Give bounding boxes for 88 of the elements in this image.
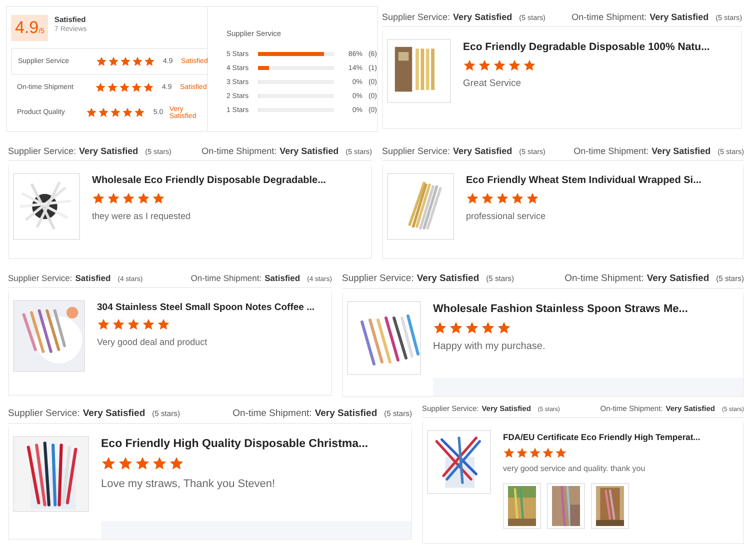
rating-label: On-time Shipment:	[574, 146, 649, 156]
star-icon	[169, 456, 184, 472]
rating-label: On-time Shipment:	[564, 272, 644, 284]
star-icon	[98, 107, 110, 118]
review-comment: Love my straws, Thank you Steven!	[101, 478, 276, 490]
star-icon	[449, 320, 463, 335]
review-comment: Happy with my purchase.	[433, 341, 546, 352]
rating-label: Supplier Service:	[342, 272, 414, 284]
rating-value: Very Satisfied	[79, 146, 138, 156]
rating-value: Very Satisfied	[652, 146, 711, 156]
star-icon	[463, 58, 476, 72]
product-title[interactable]: Eco Friendly High Quality Disposable Christma...	[101, 438, 411, 450]
rating-label: Supplier Service:	[8, 146, 76, 156]
rating-value: Very Satisfied	[453, 146, 512, 156]
product-title[interactable]: Wholesale Fashion Stainless Spoon Straws Me...	[433, 302, 743, 314]
star-icon	[107, 82, 118, 93]
rating-label: On-time Shipment:	[190, 272, 262, 283]
star-icon	[122, 192, 135, 205]
rating-label: On-time Shipment:	[572, 12, 647, 22]
star-icon	[526, 192, 539, 205]
rating-label: Supplier Service:	[382, 146, 450, 156]
rating-value: Very Satisfied	[453, 12, 512, 22]
star-icon	[122, 107, 134, 118]
rating-value: Satisfied	[75, 272, 111, 283]
star-icon	[143, 82, 154, 93]
review-comment: Very good deal and product	[97, 337, 208, 348]
star-icon	[97, 318, 110, 332]
star-icon	[503, 446, 515, 459]
star-icon	[144, 56, 155, 67]
star-icon	[92, 192, 105, 205]
star-icon	[542, 446, 554, 459]
star-icon	[511, 192, 524, 205]
star-icon	[516, 446, 528, 459]
star-icon	[157, 318, 170, 332]
star-icon	[465, 320, 479, 335]
star-icon	[481, 192, 494, 205]
review-comment: very good service and quality. thank you	[503, 464, 646, 474]
product-title[interactable]: 304 Stainless Steel Small Spoon Notes Coffee ...	[97, 302, 331, 312]
rating-value: Very Satisfied	[314, 408, 378, 419]
rating-label: Supplier Service:	[8, 408, 80, 419]
rating-value: Very Satisfied	[82, 408, 146, 419]
star-icon	[152, 456, 167, 472]
star-icon	[433, 320, 447, 335]
star-icon	[134, 107, 146, 118]
star-icon	[95, 82, 106, 93]
star-icon	[110, 107, 122, 118]
star-icon	[481, 320, 495, 335]
star-icon	[135, 456, 150, 472]
rating-value: Very Satisfied	[416, 272, 480, 284]
star-icon	[466, 192, 479, 205]
star-icon	[108, 56, 119, 67]
star-icon	[101, 456, 116, 472]
star-icon	[86, 107, 98, 118]
star-icon	[118, 456, 133, 472]
star-icon	[131, 82, 142, 93]
star-icon	[523, 58, 536, 72]
star-icon	[555, 446, 567, 459]
product-title[interactable]: Eco Friendly Degradable Disposable 100% Natu...	[463, 41, 741, 53]
star-icon	[496, 192, 509, 205]
star-icon	[120, 56, 131, 67]
star-icon	[478, 58, 491, 72]
star-icon	[132, 56, 143, 67]
star-icon	[127, 318, 140, 332]
star-icon	[493, 58, 506, 72]
product-title[interactable]: Wholesale Eco Friendly Disposable Degradable...	[92, 175, 371, 186]
rating-label: Supplier Service:	[382, 12, 450, 22]
star-icon	[529, 446, 541, 459]
star-icon	[137, 192, 150, 205]
review-comment: they were as I requested	[92, 210, 192, 221]
rating-value: Very Satisfied	[646, 272, 710, 284]
star-icon	[142, 318, 155, 332]
rating-value: Very Satisfied	[650, 12, 709, 22]
star-icon	[497, 320, 511, 335]
star-icon	[508, 58, 521, 72]
star-icon	[119, 82, 130, 93]
star-icon	[96, 56, 107, 67]
rating-label: Supplier Service:	[8, 272, 72, 283]
star-icon	[107, 192, 120, 205]
rating-label: On-time Shipment:	[232, 408, 312, 419]
review-comment: professional service	[466, 210, 547, 221]
rating-value: Very Satisfied	[280, 146, 339, 156]
product-title[interactable]: Eco Friendly Wheat Stem Individual Wrapped Si...	[466, 175, 743, 186]
product-title[interactable]: FDA/EU Certificate Eco Friendly High Temperat...	[503, 432, 743, 442]
rating-label: On-time Shipment:	[202, 146, 277, 156]
review-comment: Great Service	[463, 78, 522, 89]
star-icon	[112, 318, 125, 332]
rating-value: Satisfied	[264, 272, 300, 283]
star-icon	[152, 192, 165, 205]
